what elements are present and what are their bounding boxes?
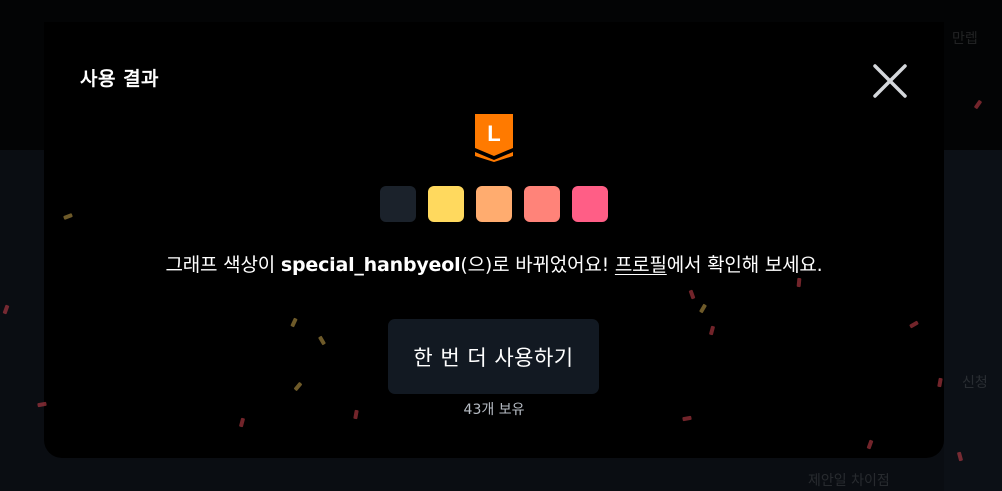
confetti-piece	[796, 277, 802, 288]
result-message: 그래프 색상이 special_hanbyeol(으)로 바뀌었어요! 프로필에…	[44, 250, 944, 277]
message-text: (으)로 바뀌었어요!	[460, 254, 615, 276]
background-text: 만렙	[952, 31, 978, 47]
color-swatch	[428, 186, 464, 222]
theme-name: special_hanbyeol	[280, 254, 461, 276]
color-swatch	[524, 186, 560, 222]
background-text: 제안일 차이점	[808, 473, 890, 489]
result-modal: 사용 결과 L 그래프 색상이 special_hanbyeol(으)로 바뀌었…	[44, 22, 944, 458]
close-icon	[873, 64, 907, 98]
rank-badge-icon: L	[475, 114, 513, 162]
message-text: 에서 확인해 보세요.	[666, 254, 823, 276]
color-swatch	[572, 186, 608, 222]
rank-badge: L	[475, 114, 513, 162]
profile-link[interactable]: 프로필	[615, 254, 667, 276]
rank-letter: L	[487, 121, 500, 146]
modal-title: 사용 결과	[80, 68, 160, 90]
color-swatch	[476, 186, 512, 222]
color-swatches	[380, 186, 608, 222]
close-button[interactable]	[869, 60, 911, 102]
background-text: 신청	[962, 375, 988, 391]
owned-count: 43개 보유	[463, 402, 525, 418]
use-again-button[interactable]: 한 번 더 사용하기	[388, 319, 599, 394]
background-side-panel	[944, 150, 1002, 491]
message-text: 그래프 색상이	[165, 254, 281, 276]
color-swatch	[380, 186, 416, 222]
